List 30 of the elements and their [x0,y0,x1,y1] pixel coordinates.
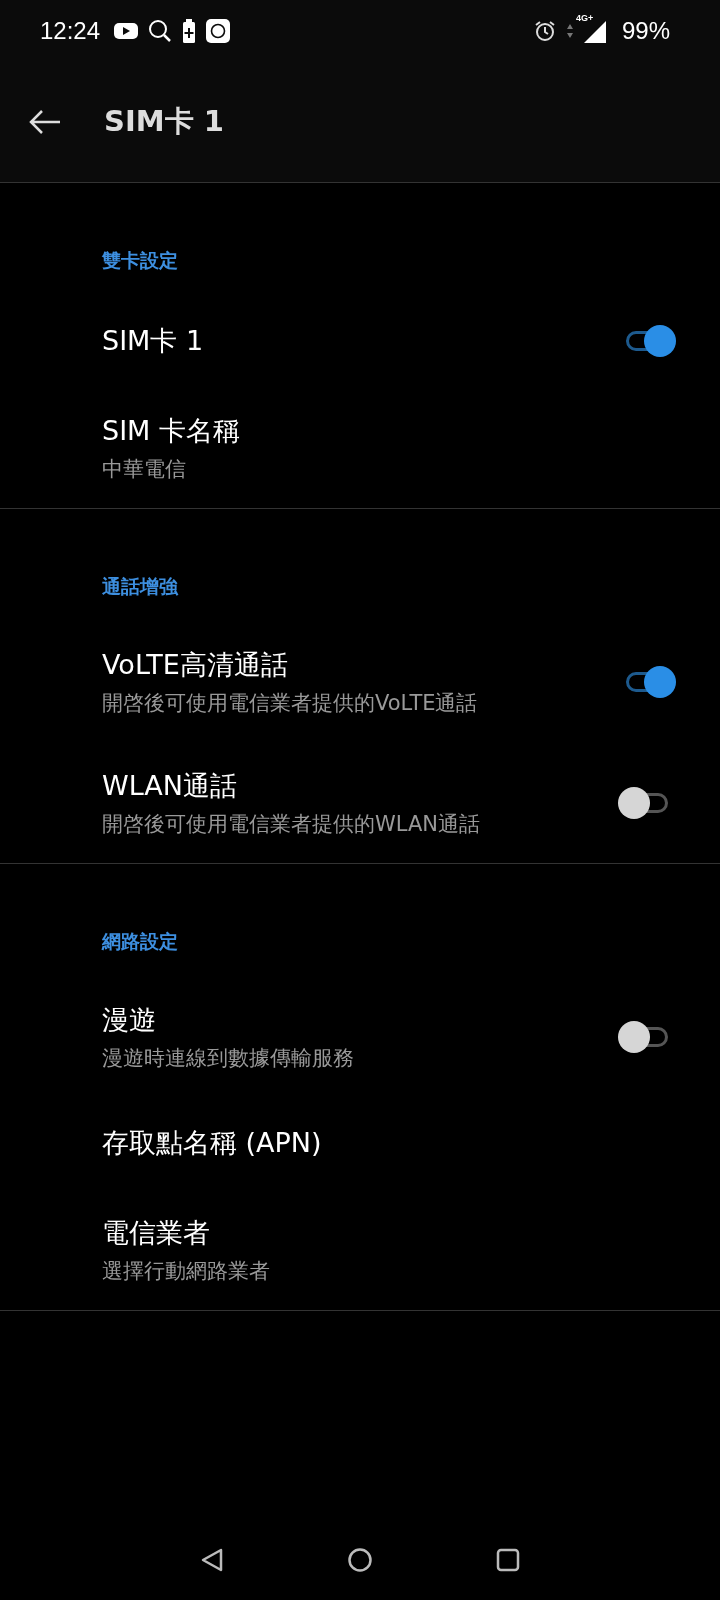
setting-summary: 漫遊時連線到數據傳輸服務 [102,1044,354,1072]
play-icon [114,22,139,40]
home-icon[interactable] [347,1547,373,1573]
magnifier-icon [148,19,173,43]
network-type: 4G+ [575,13,594,23]
setting-title[interactable]: WLAN通話 [102,767,238,804]
setting-title[interactable]: 電信業者 [102,1214,210,1251]
setting-title[interactable]: 漫遊 [102,1001,156,1038]
setting-summary: 中華電信 [102,455,186,483]
alarm-icon [533,20,556,42]
signal-icon [583,21,606,43]
section-header: 通話增強 [102,574,180,599]
setting-title[interactable]: SIM 卡名稱 [102,412,240,449]
setting-title[interactable]: 存取點名稱 (APN) [102,1125,322,1161]
recents-icon[interactable] [495,1547,521,1573]
setting-title[interactable]: VoLTE高清通話 [102,646,288,683]
status-time: 12:24 [40,17,101,45]
setting-summary: 選擇行動網路業者 [102,1257,270,1285]
section-header: 網路設定 [102,929,179,954]
app-icon [206,19,231,43]
setting-title[interactable]: SIM卡 1 [102,323,204,359]
back-arrow-icon[interactable] [28,108,62,136]
battery-level: 99% [621,17,670,45]
back-icon[interactable] [199,1547,225,1573]
screen-title: SIM卡 1 [104,103,224,140]
data-arrows-icon [565,23,574,39]
section-header: 雙卡設定 [102,248,179,273]
setting-summary: 開啓後可使用電信業者提供的VoLTE通話 [102,689,478,717]
setting-summary: 開啓後可使用電信業者提供的WLAN通話 [102,810,481,838]
battery-saver-icon [182,19,197,43]
